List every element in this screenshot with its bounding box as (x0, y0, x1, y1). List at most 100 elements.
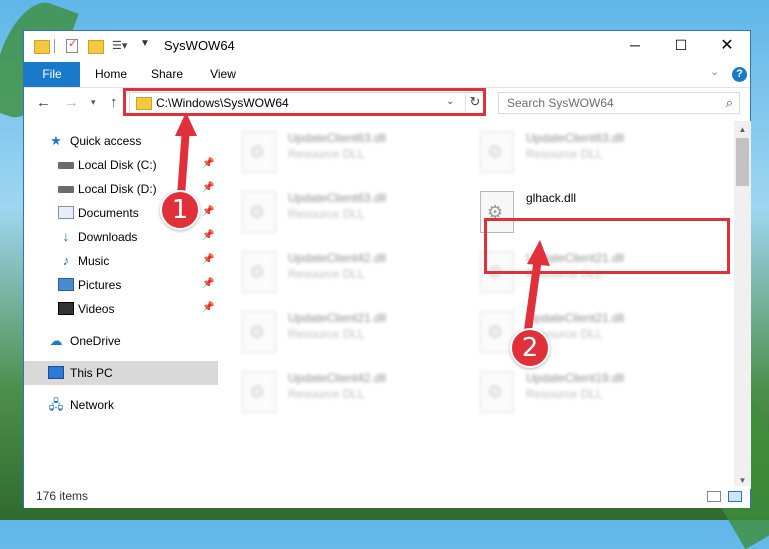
file-name: UpdateClient63.dll (288, 191, 387, 205)
scrollbar-thumb[interactable] (736, 138, 749, 186)
file-name: UpdateClient63.dll (288, 131, 387, 145)
new-folder-icon[interactable] (88, 40, 104, 54)
step-1-badge: 1 (160, 190, 200, 230)
sidebar-item-onedrive[interactable]: ☁ OneDrive (24, 329, 218, 353)
list-item[interactable]: UpdateClient63.dll Resource DLL (468, 125, 698, 179)
expand-ribbon-icon[interactable]: ⌄ (710, 65, 719, 78)
folder-icon (34, 40, 50, 54)
file-name: UpdateClient19.dll (526, 371, 625, 385)
navigation-pane: ★ Quick access Local Disk (C:) 📌 Local D… (24, 121, 218, 491)
search-input[interactable]: Search SysWOW64 ⌕ (498, 92, 740, 114)
dll-file-icon (480, 131, 514, 173)
file-type: Resource DLL (288, 267, 365, 281)
forward-arrow-icon[interactable]: → (64, 94, 79, 111)
list-item[interactable]: UpdateClient21.dll Resource DLL (468, 305, 698, 359)
dll-file-icon (242, 251, 276, 293)
customize-toolbar-icon[interactable]: ▼ (140, 38, 150, 54)
sidebar-item-label: Local Disk (D:) (78, 182, 157, 196)
sidebar-item-label: Music (78, 254, 110, 268)
pin-icon[interactable]: 📌 (202, 278, 214, 289)
dll-file-icon (242, 311, 276, 353)
sidebar-item-label: Local Disk (C:) (78, 158, 157, 172)
cloud-icon: ☁ (49, 333, 63, 348)
sidebar-item-label: Documents (78, 206, 139, 220)
sidebar-item-label: Downloads (78, 230, 138, 244)
details-view-icon[interactable] (707, 491, 721, 502)
dll-file-icon (242, 191, 276, 233)
file-name: glhack.dll (526, 191, 577, 205)
list-item[interactable]: UpdateClient63.dll Resource DLL (230, 185, 460, 239)
file-type: Resource DLL (526, 387, 603, 401)
file-name: UpdateClient21.dll (526, 311, 625, 325)
tab-share[interactable]: Share (142, 62, 192, 87)
pin-icon[interactable]: 📌 (202, 230, 214, 241)
list-item[interactable]: UpdateClient21.dll Resource DLL (230, 305, 460, 359)
explorer-window: ☰▾ ▼ SysWOW64 ─ ☐ ✕ File Home Share View… (23, 30, 751, 508)
sidebar-item-label: Quick access (70, 134, 142, 148)
up-arrow-icon[interactable]: ↑ (110, 94, 118, 111)
pin-icon[interactable]: 📌 (202, 182, 214, 193)
dll-file-icon (242, 131, 276, 173)
scroll-up-icon[interactable]: ▲ (734, 121, 751, 138)
title-bar: ☰▾ ▼ SysWOW64 ─ ☐ ✕ (24, 31, 750, 62)
file-type: Resource DLL (288, 147, 365, 161)
pin-icon[interactable]: 📌 (202, 206, 214, 217)
sidebar-item-label: OneDrive (70, 334, 121, 348)
file-name: UpdateClient21.dll (288, 311, 387, 325)
videos-icon (58, 302, 74, 315)
file-name: UpdateClient63.dll (526, 131, 625, 145)
file-type: Resource DLL (288, 327, 365, 341)
file-highlight-box (484, 218, 730, 274)
sidebar-item-network[interactable]: 🖧 Network (24, 393, 218, 417)
pin-icon[interactable]: 📌 (202, 302, 214, 313)
sidebar-item-music[interactable]: ♪ Music 📌 (24, 249, 218, 273)
window-title: SysWOW64 (164, 38, 235, 53)
tab-home[interactable]: Home (86, 62, 136, 87)
ribbon: File Home Share View ⌄ ? (24, 62, 750, 88)
vertical-scrollbar[interactable]: ▲ ▼ (734, 121, 751, 489)
file-type: Resource DLL (288, 207, 365, 221)
dll-file-icon (480, 371, 514, 413)
search-icon[interactable]: ⌕ (726, 95, 733, 111)
tab-view[interactable]: View (198, 62, 248, 87)
divider (54, 39, 55, 53)
maximize-button[interactable]: ☐ (658, 31, 704, 62)
search-placeholder: Search SysWOW64 (507, 96, 614, 110)
list-item[interactable]: UpdateClient63.dll Resource DLL (230, 125, 460, 179)
list-item[interactable]: UpdateClient42.dll Resource DLL (230, 245, 460, 299)
download-icon: ↓ (62, 228, 70, 244)
close-button[interactable]: ✕ (704, 31, 750, 62)
sidebar-item-pictures[interactable]: Pictures 📌 (24, 273, 218, 297)
tab-file[interactable]: File (24, 62, 80, 87)
sidebar-item-videos[interactable]: Videos 📌 (24, 297, 218, 321)
file-name: UpdateClient42.dll (288, 371, 387, 385)
view-options-icon[interactable]: ☰▾ (112, 39, 127, 55)
sidebar-item-label: Network (70, 398, 115, 412)
sidebar-item-label: Videos (78, 302, 115, 316)
sidebar-item-local-disk-c[interactable]: Local Disk (C:) 📌 (24, 153, 218, 177)
item-count: 176 items (36, 489, 89, 503)
pin-icon[interactable]: 📌 (202, 254, 214, 265)
minimize-button[interactable]: ─ (612, 31, 658, 62)
sidebar-item-this-pc[interactable]: This PC (24, 361, 218, 385)
sidebar-item-quick-access[interactable]: ★ Quick access (24, 129, 218, 153)
recent-locations-icon[interactable]: ▾ (91, 97, 96, 108)
sidebar-item-downloads[interactable]: ↓ Downloads 📌 (24, 225, 218, 249)
pc-icon (48, 366, 64, 379)
documents-icon (58, 206, 74, 219)
dll-file-icon (480, 311, 514, 353)
status-bar: 176 items (24, 486, 750, 508)
back-arrow-icon[interactable]: ← (36, 94, 51, 111)
properties-icon[interactable] (66, 37, 78, 53)
dll-file-icon (242, 371, 276, 413)
file-list: UpdateClient63.dll Resource DLL UpdateCl… (230, 121, 732, 491)
disk-icon (58, 162, 74, 169)
list-item[interactable]: UpdateClient19.dll Resource DLL (468, 365, 698, 419)
music-icon: ♪ (62, 253, 70, 268)
help-icon[interactable]: ? (732, 67, 747, 82)
list-item[interactable]: UpdateClient42.dll Resource DLL (230, 365, 460, 419)
pin-icon[interactable]: 📌 (202, 158, 214, 169)
large-icons-view-icon[interactable] (728, 491, 742, 502)
file-type: Resource DLL (288, 387, 365, 401)
address-highlight-box (123, 88, 486, 116)
